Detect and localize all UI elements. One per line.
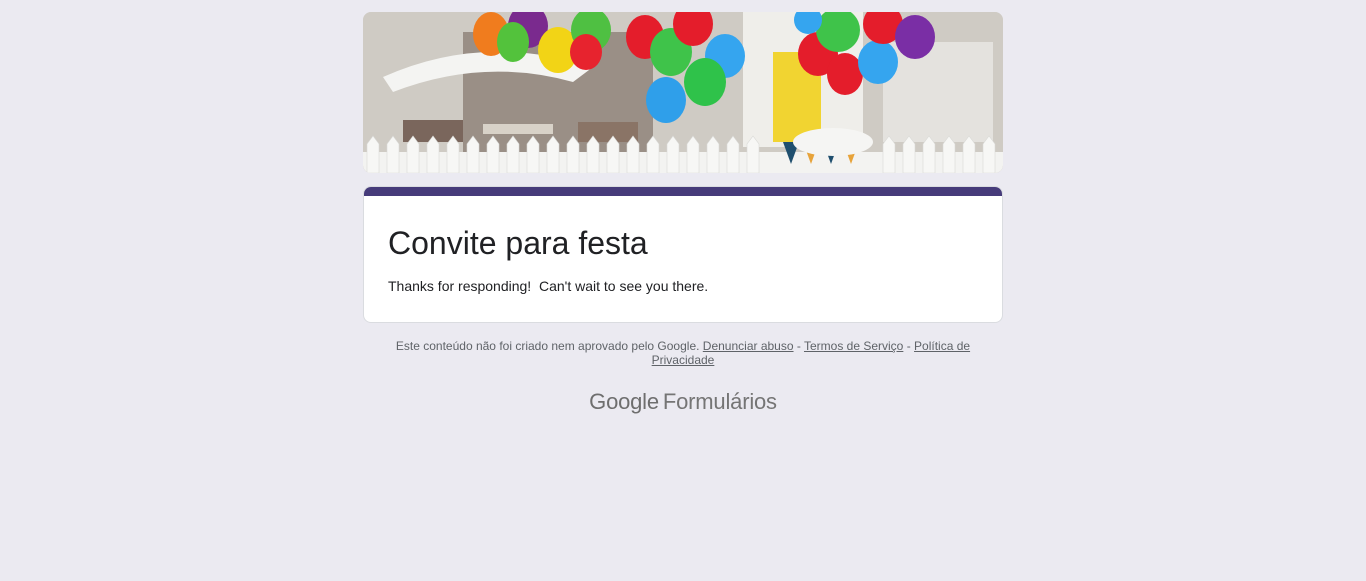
page-title: Convite para festa: [388, 225, 648, 261]
confirmation-message: Thanks for responding! Can't wait to see…: [388, 278, 709, 294]
disclaimer-text: Este conteúdo não foi criado nem aprovad…: [395, 339, 700, 353]
form-card: Convite para festa Thanks for responding…: [363, 186, 1003, 323]
separator: -: [793, 339, 804, 353]
form-column: Convite para festa Thanks for responding…: [363, 12, 1003, 415]
brand-google: Google: [589, 389, 659, 414]
balloons-illustration: [363, 12, 1003, 173]
report-abuse-link[interactable]: Denunciar abuso: [703, 339, 794, 353]
page: Convite para festa Thanks for responding…: [0, 0, 1366, 581]
separator: -: [903, 339, 915, 353]
accent-bar: [364, 187, 1002, 196]
card-body: Convite para festa Thanks for responding…: [364, 196, 1002, 322]
google-forms-logo[interactable]: Google Formulários: [363, 389, 1003, 415]
footer-disclaimer: Este conteúdo não foi criado nem aprovad…: [363, 339, 1003, 367]
terms-of-service-link[interactable]: Termos de Serviço: [804, 339, 903, 353]
brand-product: Formulários: [662, 389, 777, 414]
header-image: [363, 12, 1003, 173]
